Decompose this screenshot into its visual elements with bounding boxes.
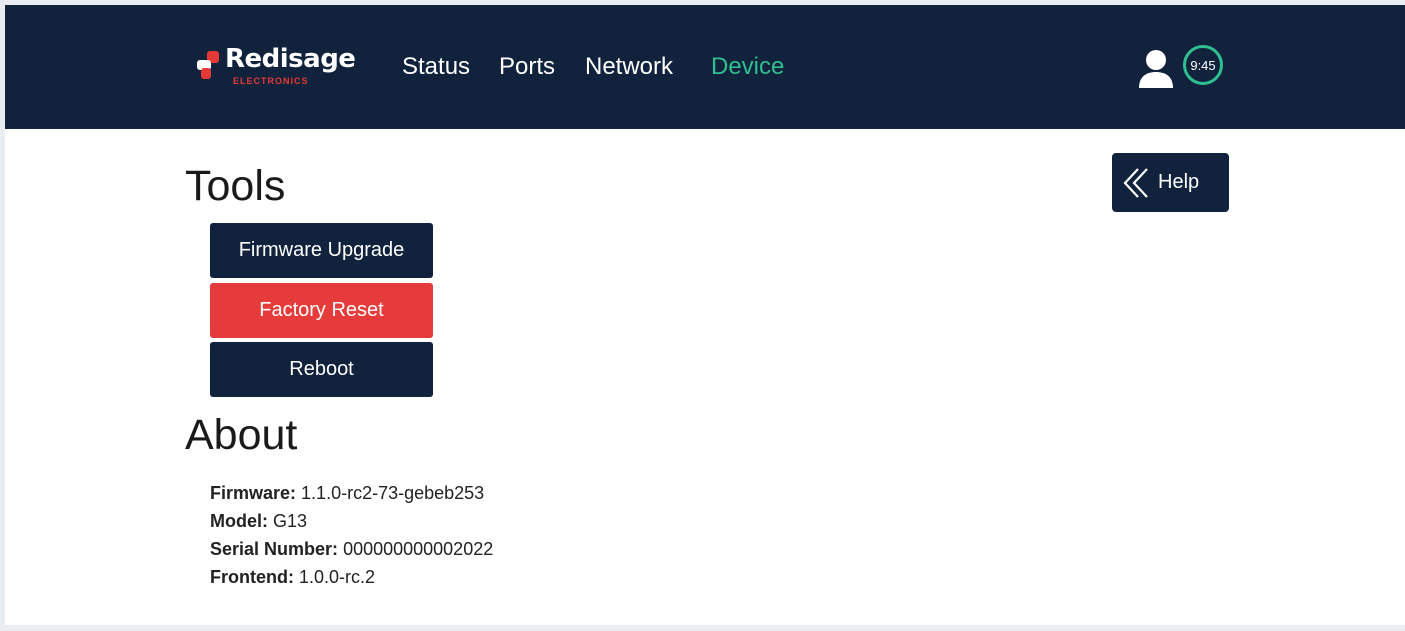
- about-frontend-label: Frontend:: [210, 567, 294, 587]
- session-timer: 9:45: [1183, 45, 1223, 85]
- brand-name: Redisage: [225, 44, 356, 74]
- about-model-label: Model:: [210, 511, 268, 531]
- about-serial-value: 000000000002022: [343, 539, 494, 559]
- about-firmware-row: Firmware: 1.1.0-rc2-73-gebeb253: [210, 482, 484, 504]
- reboot-button[interactable]: Reboot: [210, 342, 433, 397]
- nav-status[interactable]: Status: [402, 53, 470, 81]
- double-chevron-left-icon: [1123, 167, 1148, 198]
- about-firmware-label: Firmware:: [210, 483, 297, 503]
- nav-network[interactable]: Network: [585, 53, 673, 81]
- about-model-row: Model: G13: [210, 510, 307, 532]
- nav-device[interactable]: Device: [711, 53, 784, 81]
- tools-heading: Tools: [185, 162, 286, 210]
- about-model-value: G13: [273, 511, 308, 531]
- about-serial-label: Serial Number:: [210, 539, 339, 559]
- logo-mark-icon: [197, 51, 219, 79]
- app-frame: Redisage ELECTRONICS Status Ports Networ…: [5, 5, 1405, 625]
- about-frontend-row: Frontend: 1.0.0-rc.2: [210, 566, 375, 588]
- factory-reset-button[interactable]: Factory Reset: [210, 283, 433, 338]
- help-label: Help: [1158, 171, 1200, 193]
- user-icon[interactable]: [1136, 48, 1176, 88]
- brand-logo[interactable]: Redisage ELECTRONICS: [195, 43, 385, 93]
- firmware-upgrade-button[interactable]: Firmware Upgrade: [210, 223, 433, 278]
- about-frontend-value: 1.0.0-rc.2: [299, 567, 376, 587]
- about-heading: About: [185, 411, 298, 459]
- about-firmware-value: 1.1.0-rc2-73-gebeb253: [301, 483, 485, 503]
- about-serial-row: Serial Number: 000000000002022: [210, 538, 493, 560]
- top-navigation-bar: Redisage ELECTRONICS Status Ports Networ…: [5, 5, 1405, 129]
- nav-ports[interactable]: Ports: [499, 53, 555, 81]
- brand-subtitle: ELECTRONICS: [233, 76, 309, 86]
- help-button[interactable]: Help: [1112, 153, 1229, 212]
